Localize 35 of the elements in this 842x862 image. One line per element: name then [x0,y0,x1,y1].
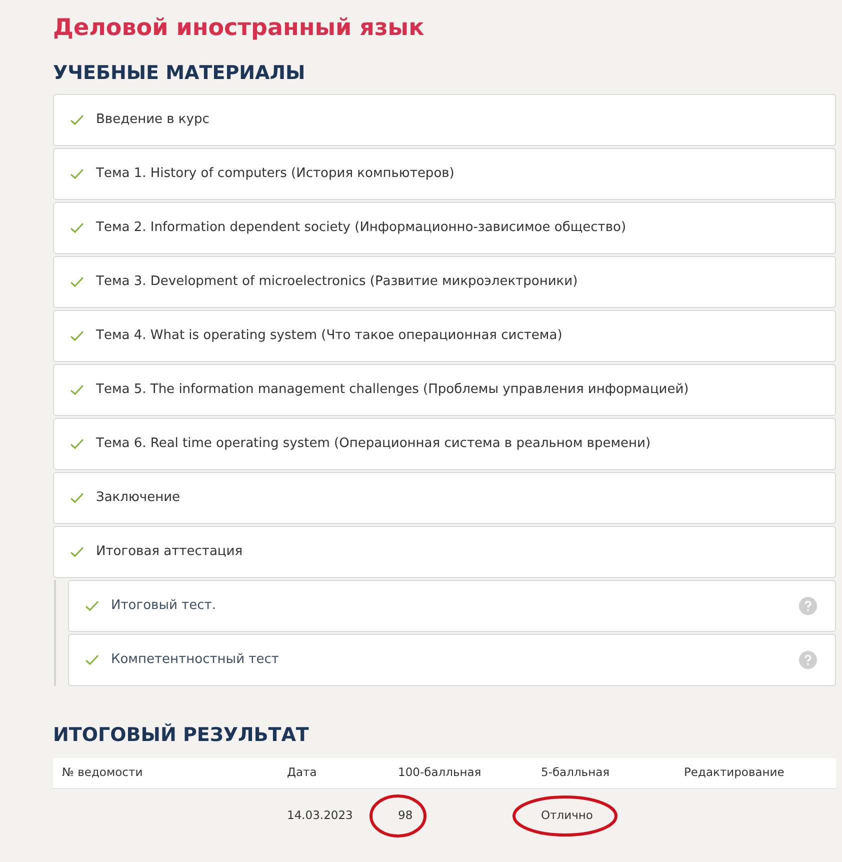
table-cell: 98 [389,806,532,824]
material-title: Итоговая аттестация [96,543,243,562]
material-title: Тема 6. Real time operating system (Операционная система в реальном времени) [96,435,651,454]
material-item[interactable]: Тема 2. Information dependent society (Информационно-зависимое общество) [53,202,836,254]
material-title: Заключение [96,489,180,508]
column-header: Редактирование [683,764,786,782]
table-cell-text: 14.03.2023 [286,806,354,824]
material-item[interactable]: Введение в курс [53,94,836,146]
material-title: Тема 2. Information dependent society (Информационно-зависимое общество) [96,219,626,238]
material-title: Тема 4. What is operating system (Что такое операционная система) [96,327,562,346]
material-item[interactable]: Итоговый тест. [68,580,836,632]
material-title: Тема 3. Development of microelectronics (Развитие микроэлектроники) [96,273,578,292]
help-icon[interactable] [799,651,817,669]
section-heading: ИТОГОВЫЙ РЕЗУЛЬТАТ [53,722,310,748]
material-item[interactable]: Тема 5. The information management challenges (Проблемы управления информацией) [53,364,836,416]
column-header: 5-балльная [540,764,611,782]
material-title: Введение в курс [96,111,210,130]
material-title: Тема 5. The information management challenges (Проблемы управления информацией) [96,381,689,400]
material-item[interactable]: Тема 4. What is operating system (Что такое операционная система) [53,310,836,362]
material-item[interactable]: Компетентностный тест [68,634,836,686]
course-title: Деловой иностранный язык [53,14,426,43]
material-item[interactable]: Заключение [53,472,836,524]
column-header: 100-балльная [397,764,482,782]
help-icon[interactable] [799,597,817,615]
material-title: Итоговый тест. [111,597,216,616]
column-header: Дата [286,764,318,782]
material-item[interactable]: Тема 3. Development of microelectronics (Развитие микроэлектроники) [53,256,836,308]
table-cell: Отлично [532,806,675,824]
material-item[interactable]: Тема 1. History of computers (История компьютеров) [53,148,836,200]
material-title: Тема 1. History of computers (История компьютеров) [96,165,454,184]
material-item[interactable]: Итоговая аттестация [53,526,836,578]
section-heading: УЧЕБНЫЕ МАТЕРИАЛЫ [53,61,306,86]
column-header: № ведомости [61,764,144,782]
material-title: Компетентностный тест [111,651,279,670]
material-item[interactable]: Тема 6. Real time operating system (Операционная система в реальном времени) [53,418,836,470]
